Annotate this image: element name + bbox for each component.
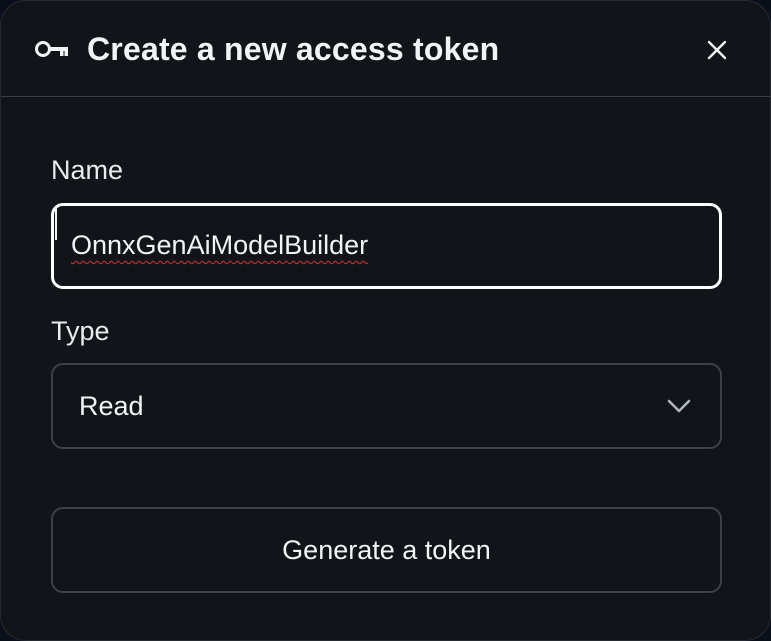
generate-token-button[interactable]: Generate a token: [51, 507, 722, 593]
key-icon: [35, 41, 68, 57]
name-label: Name: [51, 155, 124, 185]
create-token-dialog: Create a new access token Name OnnxGenAi…: [0, 0, 771, 641]
dialog-header: Create a new access token: [1, 1, 770, 97]
name-input[interactable]: OnnxGenAiModelBuilder: [51, 203, 722, 289]
chevron-down-icon: [667, 399, 691, 413]
type-select-value: Read: [79, 391, 144, 421]
name-input-value: OnnxGenAiModelBuilder: [71, 230, 369, 260]
type-select[interactable]: Read: [51, 363, 722, 449]
close-icon[interactable]: [701, 34, 733, 66]
text-caret: [55, 206, 57, 240]
type-label: Type: [51, 316, 110, 346]
dialog-title: Create a new access token: [87, 31, 500, 67]
